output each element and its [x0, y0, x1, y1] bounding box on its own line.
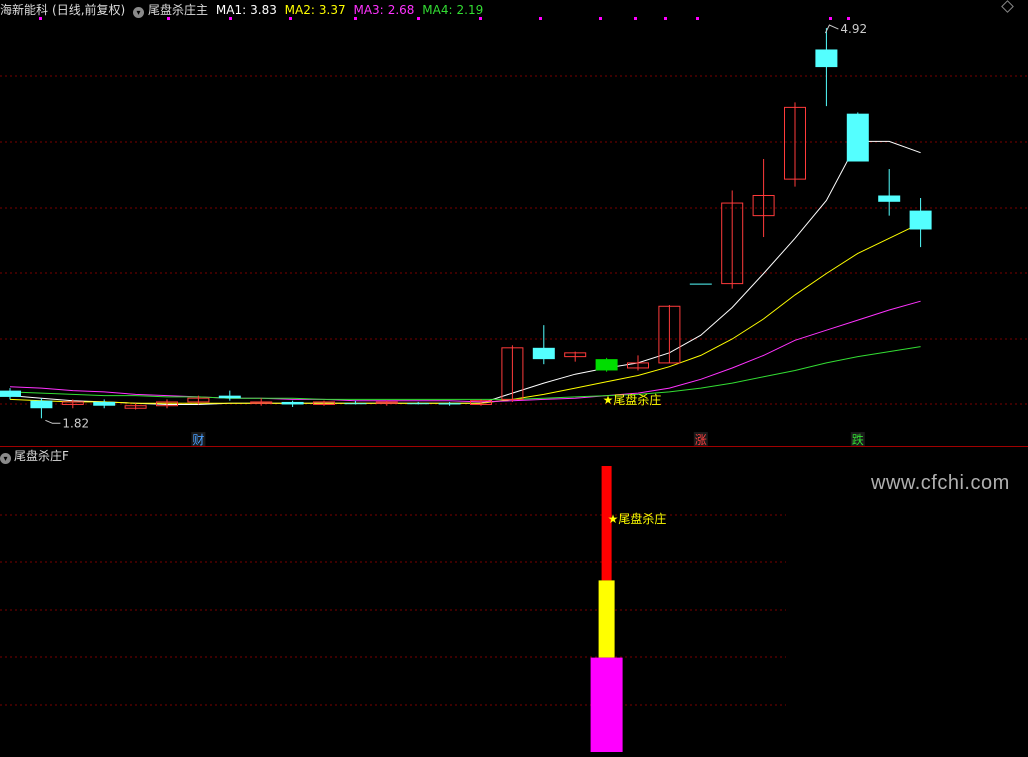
ma1-label: MA1: [215, 3, 247, 17]
indicator-name[interactable]: 尾盘杀庄主 [148, 3, 208, 17]
top-marker-dot [539, 17, 542, 20]
candle-body-down [532, 347, 555, 360]
ma4-value: 2.19 [456, 3, 484, 17]
event-badge-label: 财 [192, 433, 204, 447]
signal-bar-magenta [590, 657, 623, 752]
main-header: 海新能科 (日线,前复权) ▾ 尾盘杀庄主 MA1: 3.83 MA2: 3.37 MA… [0, 2, 487, 18]
top-marker-dot [696, 17, 699, 20]
high-price-label: 4.92 [840, 22, 867, 36]
candle-body-down [30, 400, 53, 409]
sub-header: ▾ 尾盘杀庄F [0, 448, 69, 464]
period-label[interactable]: (日线,前复权) [52, 3, 125, 17]
high-price-pointer [824, 24, 839, 34]
signal-annotation-sub: ★尾盘杀庄 [608, 511, 667, 526]
candle-body-down [93, 401, 116, 406]
ma2-label: MA2: [284, 3, 315, 17]
sub-indicator-name[interactable]: 尾盘杀庄F [14, 449, 69, 463]
candle-body-down [846, 113, 869, 162]
candle-body-down [909, 210, 932, 230]
candle-body-down [689, 283, 712, 285]
top-marker-dot [599, 17, 602, 20]
top-marker-dot [664, 17, 667, 20]
candle-body-down [815, 49, 838, 68]
ma-line-ma4 [9, 346, 921, 400]
ma4-label: MA4: [422, 3, 453, 17]
ma2-value: 3.37 [318, 3, 346, 17]
candle-body-down [0, 390, 21, 397]
low-price-label: 1.82 [62, 416, 89, 430]
ma3-label: MA3: [353, 3, 384, 17]
ma1-value: 3.83 [250, 3, 277, 17]
candle-body-down [438, 403, 461, 405]
candle-body-down [281, 401, 304, 405]
kline-chart[interactable]: 4.921.82★尾盘杀庄财涨跌★尾盘杀庄 [0, 0, 1028, 757]
candle-body-down [344, 403, 367, 405]
candle-body-down [878, 195, 901, 202]
candle-body-down [595, 359, 618, 371]
sub-indicator-menu-icon[interactable]: ▾ [0, 453, 11, 464]
indicator-menu-icon[interactable]: ▾ [133, 7, 145, 18]
event-badge-label: 涨 [695, 432, 707, 447]
low-price-pointer [45, 419, 61, 424]
stock-name[interactable]: 海新能科 [0, 3, 48, 17]
top-marker-dot [634, 17, 637, 20]
ma3-value: 2.68 [387, 3, 415, 17]
candle-body-down [218, 395, 241, 399]
event-badge-label: 跌 [852, 432, 864, 447]
top-marker-dot [829, 17, 832, 20]
top-marker-dot [847, 17, 850, 20]
signal-bar-yellow [598, 580, 615, 658]
signal-annotation-main: ★尾盘杀庄 [603, 392, 662, 407]
candle-body-down [407, 403, 430, 405]
watermark: www.cfchi.com [871, 472, 1010, 494]
ma-line-ma3 [9, 300, 921, 403]
chart-stage: 4.92 1.82 ★尾盘杀庄财涨跌 ★尾盘杀庄 海新能科 (日线,前复权) ▾ 尾盘杀庄… [0, 0, 1028, 757]
